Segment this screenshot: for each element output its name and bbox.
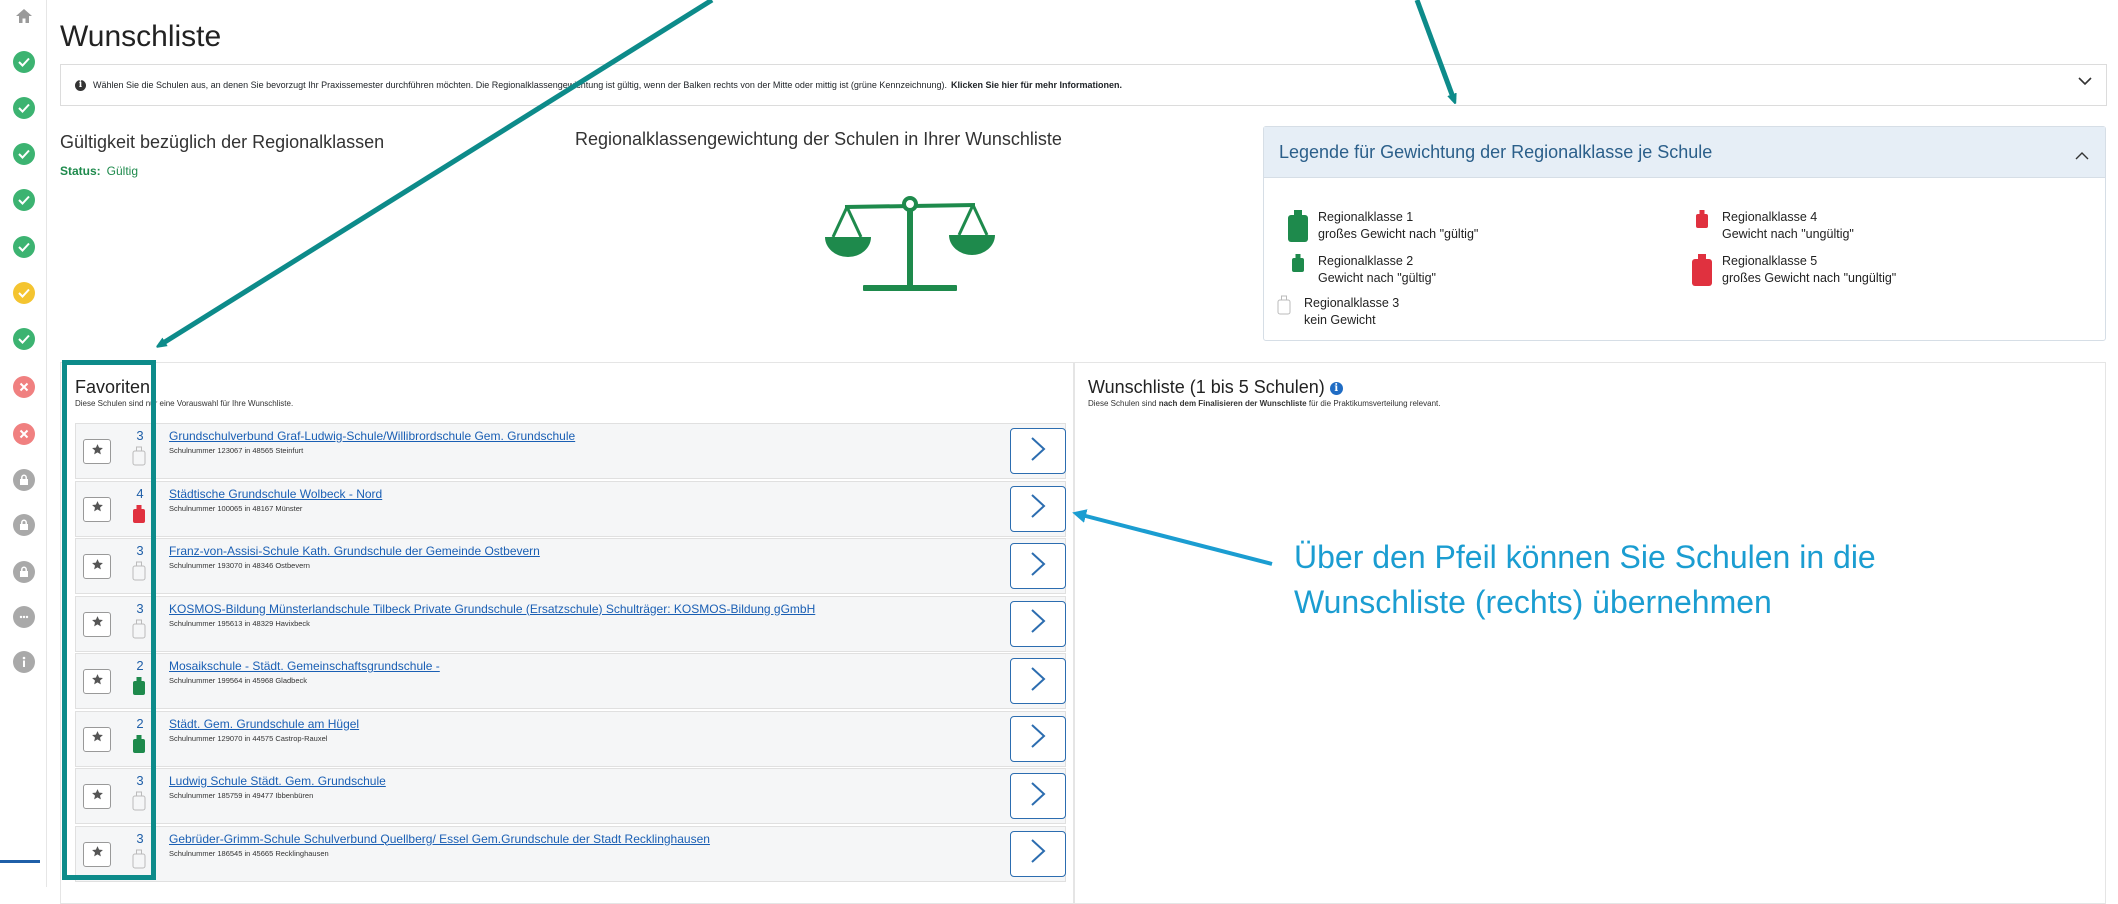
callout-text: Über den Pfeil können Sie Schulen in die… — [1294, 539, 1876, 620]
arrow-to-favorites — [160, 0, 714, 345]
arrow-to-move-button — [1072, 509, 1273, 566]
arrow-to-legend — [1414, 0, 1454, 100]
annotation-arrows — [0, 0, 2118, 566]
